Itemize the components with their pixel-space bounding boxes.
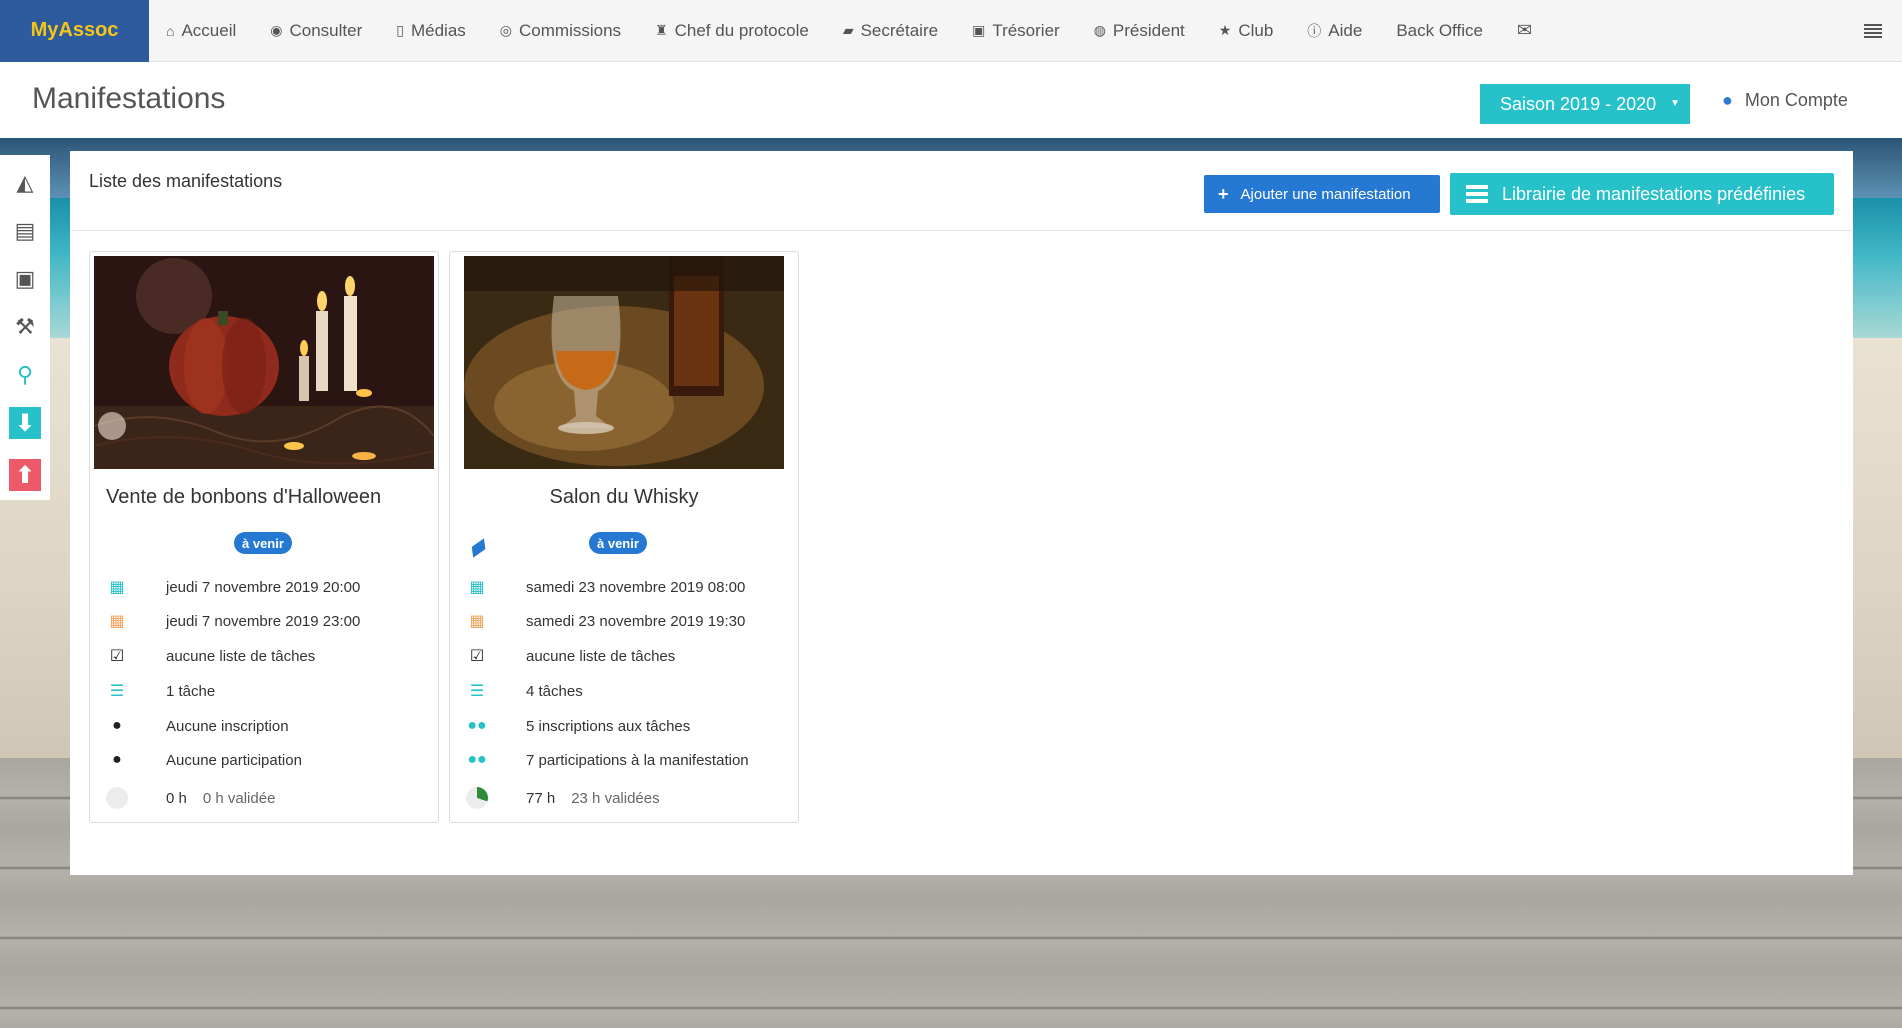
nav-messages[interactable]: ✉ <box>1500 0 1556 62</box>
event-library-button[interactable]: Librairie de manifestations prédéfinies <box>1450 173 1834 215</box>
map-marker-icon[interactable]: ⚲ <box>9 359 41 391</box>
registrations-row: ●● 5 inscriptions aux tâches <box>467 717 691 735</box>
calendar-start-icon: ▦ <box>109 579 125 596</box>
nav-club[interactable]: ★ Club <box>1202 0 1291 62</box>
event-title[interactable]: Salon du Whisky <box>450 486 798 509</box>
participations-row: ●● 7 participations à la manifestation <box>467 751 749 769</box>
top-navbar: MyAssoc ⌂ Accueil ◉ Consulter ▯ Médias ◎ Com… <box>0 0 1902 62</box>
events-panel: Liste des manifestations + Ajouter une m… <box>70 151 1853 875</box>
users-icon: ●● <box>467 717 487 734</box>
menu-toggle-icon[interactable] <box>1862 20 1884 42</box>
calendar-start-icon: ▦ <box>469 579 485 596</box>
task-list-row: ☑ aucune liste de tâches <box>106 645 436 667</box>
season-selector-label: Saison 2019 - 2020 <box>1500 93 1657 114</box>
trophy-icon: ♜ <box>655 22 668 38</box>
checkbox-icon: ☑ <box>469 648 485 665</box>
envelope-icon: ✉ <box>1516 20 1533 40</box>
calendar-end-icon: ▦ <box>469 613 485 630</box>
status-badge: à venir <box>589 532 647 554</box>
task-list-row: ☑ aucune liste de tâches <box>466 645 796 667</box>
nav-back-office[interactable]: Back Office <box>1379 0 1500 62</box>
user-circle-icon: ◎ <box>499 22 513 38</box>
tasks-row: ☰ 1 tâche <box>106 680 436 702</box>
file-icon: ▯ <box>396 22 404 38</box>
money-icon[interactable]: ▣ <box>9 263 41 295</box>
tasks-icon: ☰ <box>469 683 485 700</box>
left-sidebar: ◭ ▤ ▣ ⚒ ⚲ ⬇ ⬆ <box>0 155 50 500</box>
hours-pie-icon <box>466 787 488 809</box>
document-icon[interactable]: ▤ <box>9 215 41 247</box>
upload-icon[interactable]: ⬆ <box>9 459 41 491</box>
event-card[interactable]: Salon du Whisky ▰ à venir ▦ samedi 23 no… <box>449 251 799 823</box>
add-event-button[interactable]: + Ajouter une manifestation <box>1204 175 1440 213</box>
account-menu[interactable]: ● Mon Compte <box>1722 90 1848 111</box>
status-badge: à venir <box>234 532 292 554</box>
user-icon: ● <box>112 751 122 768</box>
nav-consulter[interactable]: ◉ Consulter <box>253 0 379 62</box>
event-image[interactable] <box>94 256 434 469</box>
nav-chef-du-protocole[interactable]: ♜ Chef du protocole <box>638 0 826 62</box>
account-label: Mon Compte <box>1744 90 1848 110</box>
brand-logo[interactable]: MyAssoc <box>0 0 149 62</box>
hours-row: 77 h 23 h validées <box>466 787 796 809</box>
globe-icon: ◍ <box>1093 22 1106 38</box>
tasks-icon: ☰ <box>109 683 125 700</box>
wrench-icon[interactable]: ⚒ <box>9 311 41 343</box>
user-icon: ● <box>112 717 122 734</box>
hours-row: 0 h 0 h validée <box>106 787 436 809</box>
nav-commissions[interactable]: ◎ Commissions <box>483 0 638 62</box>
home-icon: ⌂ <box>166 22 175 39</box>
calendar-end-icon: ▦ <box>109 613 125 630</box>
event-image[interactable] <box>464 256 784 469</box>
eye-icon: ◉ <box>270 22 283 38</box>
download-icon[interactable]: ⬇ <box>9 407 41 439</box>
nav-aide[interactable]: ⓘ Aide <box>1290 0 1379 62</box>
panel-header: Liste des manifestations + Ajouter une m… <box>70 151 1853 231</box>
page-title: Manifestations <box>32 82 226 115</box>
checkbox-icon: ☑ <box>109 648 125 665</box>
plus-icon: + <box>1218 183 1229 204</box>
area-chart-icon[interactable]: ◭ <box>9 167 41 199</box>
page-header: Manifestations Saison 2019 - 2020 ▼ ● Mo… <box>0 62 1902 138</box>
caret-down-icon: ▼ <box>1670 98 1680 109</box>
event-end-row: ▦ jeudi 7 novembre 2019 23:00 <box>106 610 436 632</box>
users-icon: ●● <box>467 751 487 768</box>
book-icon: ▰ <box>842 22 854 38</box>
hours-pie-icon <box>106 787 128 809</box>
event-start-row: ▦ jeudi 7 novembre 2019 20:00 <box>106 576 436 598</box>
event-end-row: ▦ samedi 23 novembre 2019 19:30 <box>466 610 796 632</box>
list-icon <box>1466 185 1488 203</box>
registrations-row: ● Aucune inscription <box>106 715 436 737</box>
nav-secretaire[interactable]: ▰ Secrétaire <box>826 0 955 62</box>
money-icon: ▣ <box>972 22 986 38</box>
ticket-icon: ▰ <box>460 528 495 565</box>
star-icon: ★ <box>1218 22 1232 38</box>
nav-medias[interactable]: ▯ Médias <box>379 0 483 62</box>
panel-title: Liste des manifestations <box>89 171 283 191</box>
info-icon: ⓘ <box>1307 22 1322 39</box>
tasks-row: ☰ 4 tâches <box>466 680 796 702</box>
event-title[interactable]: Vente de bonbons d'Halloween <box>90 486 438 509</box>
event-start-row: ▦ samedi 23 novembre 2019 08:00 <box>466 576 796 598</box>
nav-tresorier[interactable]: ▣ Trésorier <box>955 0 1077 62</box>
nav-accueil[interactable]: ⌂ Accueil <box>149 0 253 62</box>
nav-president[interactable]: ◍ Président <box>1077 0 1202 62</box>
participations-row: ● Aucune participation <box>106 749 436 771</box>
user-icon: ● <box>1722 90 1733 110</box>
event-card[interactable]: Vente de bonbons d'Halloween à venir ▦ j… <box>89 251 439 823</box>
season-selector[interactable]: Saison 2019 - 2020 ▼ <box>1480 84 1690 124</box>
